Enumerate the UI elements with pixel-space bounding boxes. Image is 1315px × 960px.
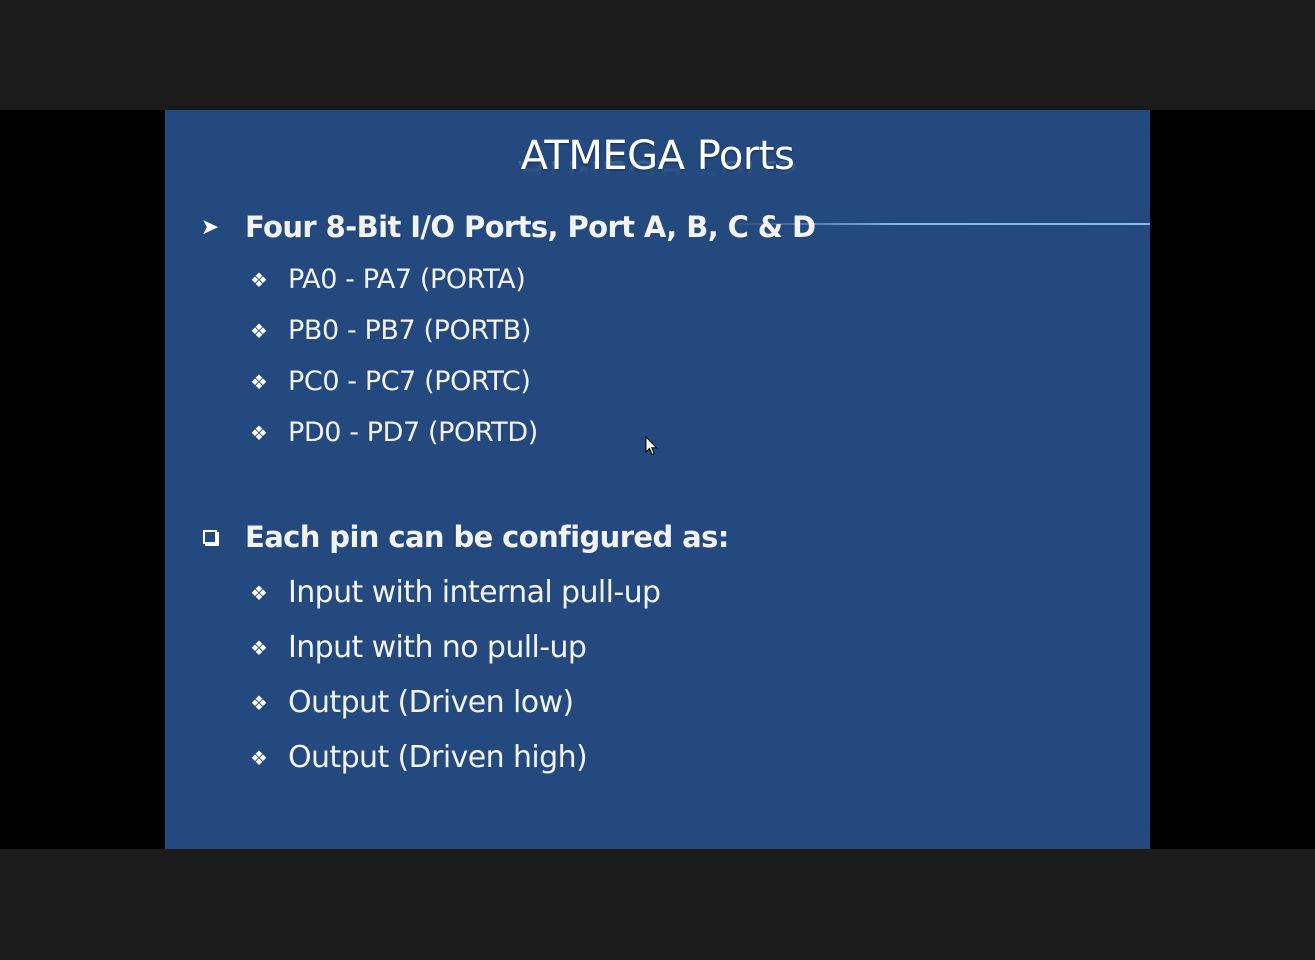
video-frame: ATMEGA Ports ATMEGA Ports ➤ Four 8-Bit I… [0,110,1315,849]
presentation-slide: ATMEGA Ports ATMEGA Ports ➤ Four 8-Bit I… [165,110,1150,849]
slide-title-container: ATMEGA Ports [165,132,1150,180]
section1-heading: Four 8-Bit I/O Ports, Port A, B, C & D [245,210,816,244]
diamond-bullet-icon: ❖ [250,369,268,394]
arrow-bullet-icon: ➤ [200,214,220,240]
list-item: ❖ Input with internal pull-up [165,575,661,610]
diamond-bullet-icon: ❖ [250,267,268,292]
list-item: ❖ Output (Driven high) [165,740,588,775]
diamond-bullet-icon: ❖ [250,690,268,715]
list-item: ❖ PC0 - PC7 (PORTC) [165,366,531,397]
mouse-cursor-icon [645,436,658,456]
diamond-bullet-icon: ❖ [250,580,268,605]
list-item: ❖ Output (Driven low) [165,685,574,720]
list-item: ❖ PA0 - PA7 (PORTA) [165,264,526,295]
diamond-bullet-icon: ❖ [250,318,268,343]
section1-heading-row: ➤ Four 8-Bit I/O Ports, Port A, B, C & D [165,210,816,244]
section2-heading-row: Each pin can be configured as: [165,520,729,554]
diamond-bullet-icon: ❖ [250,420,268,445]
slide-title: ATMEGA Ports [520,133,795,179]
list-item: ❖ Input with no pull-up [165,630,587,665]
list-item: ❖ PB0 - PB7 (PORTB) [165,315,531,346]
checkbox-bullet-icon [198,525,222,550]
section2-heading: Each pin can be configured as: [245,520,729,554]
list-item: ❖ PD0 - PD7 (PORTD) [165,417,538,448]
diamond-bullet-icon: ❖ [250,745,268,770]
diamond-bullet-icon: ❖ [250,635,268,660]
